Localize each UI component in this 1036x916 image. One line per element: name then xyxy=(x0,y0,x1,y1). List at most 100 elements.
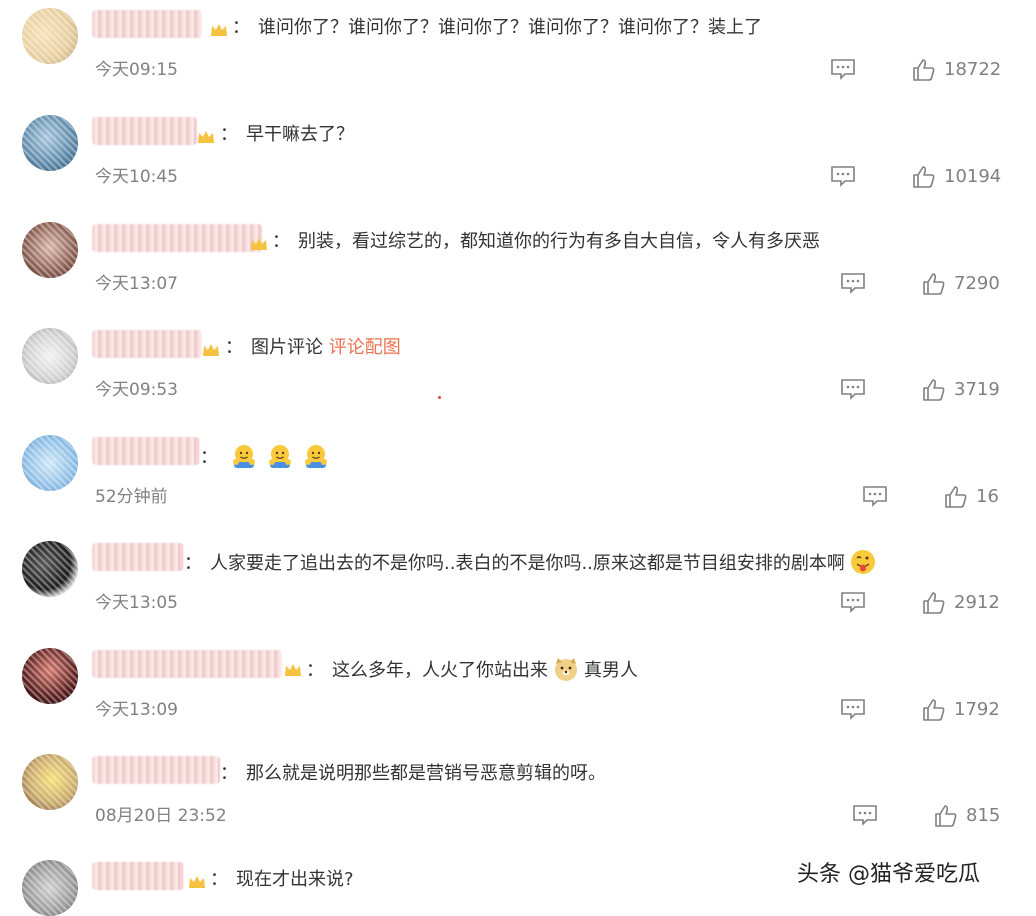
comment-body: 人家要走了追出去的不是你吗..表白的不是你吗..原来这都是节目组安排的剧本啊 xyxy=(210,553,845,574)
like-count: 1792 xyxy=(954,699,1000,720)
comment-item: ： 早干嘛去了？ 今天10:45 10194 xyxy=(0,107,1036,214)
comment-text: ： 谁问你了？谁问你了？谁问你了？谁问你了？谁问你了？装上了 xyxy=(232,16,762,40)
like-thumb-icon[interactable] xyxy=(912,58,936,82)
like-thumb-icon[interactable] xyxy=(922,698,946,722)
comment-body: 这么多年，人火了你站出来 xyxy=(332,660,548,681)
vip-crown-icon xyxy=(251,238,267,250)
like-count: 2912 xyxy=(954,592,1000,613)
username-blurred[interactable] xyxy=(92,330,202,358)
comment-text: ： 人家要走了追出去的不是你吗..表白的不是你吗..原来这都是节目组安排的剧本啊 xyxy=(184,549,881,576)
like-thumb-icon[interactable] xyxy=(912,165,936,189)
avatar[interactable] xyxy=(22,8,78,64)
doge-emoji-icon xyxy=(555,658,577,681)
vip-crown-icon xyxy=(198,131,214,143)
colon: ： xyxy=(306,660,324,681)
like-count: 7290 xyxy=(954,273,1000,294)
reply-icon[interactable] xyxy=(840,378,866,400)
reply-icon[interactable] xyxy=(840,272,866,294)
reply-icon[interactable] xyxy=(840,698,866,720)
comment-item: ： 别装，看过综艺的，都知道你的行为有多自大自信，令人有多厌恶 今天13:07 7… xyxy=(0,214,1036,321)
colon: ： xyxy=(272,231,290,252)
comment-time: 今天13:05 xyxy=(95,593,178,613)
reply-icon[interactable] xyxy=(830,165,856,187)
username-blurred[interactable] xyxy=(92,437,200,465)
comment-item: ： 这么多年，人火了你站出来 真男人 今天13:09 1792 xyxy=(0,640,1036,747)
colon: ： xyxy=(184,553,202,574)
username-blurred[interactable] xyxy=(92,756,220,784)
comment-text: ： xyxy=(200,443,334,470)
stray-dot xyxy=(438,396,441,399)
comment-text: ： 这么多年，人火了你站出来 真男人 xyxy=(306,656,638,683)
avatar[interactable] xyxy=(22,115,78,171)
username-blurred[interactable] xyxy=(92,543,184,571)
username-blurred[interactable] xyxy=(92,117,197,145)
comment-text: ： 那么就是说明那些都是营销号恶意剪辑的呀。 xyxy=(220,762,606,786)
like-count: 10194 xyxy=(944,166,1002,187)
like-count: 18722 xyxy=(944,59,1002,80)
comment-body: 图片评论 xyxy=(251,337,323,358)
reply-icon[interactable] xyxy=(862,485,888,507)
vip-crown-icon xyxy=(211,24,227,36)
hugging-emoji-icon xyxy=(233,445,255,468)
comment-body: 现在才出来说? xyxy=(236,869,354,890)
avatar[interactable] xyxy=(22,860,78,916)
username-blurred[interactable] xyxy=(92,650,282,678)
avatar[interactable] xyxy=(22,328,78,384)
like-thumb-icon[interactable] xyxy=(944,485,968,509)
source-watermark: 头条 @猫爷爱吃瓜 xyxy=(797,862,980,887)
tongue-wink-emoji-icon xyxy=(850,550,875,574)
username-blurred[interactable] xyxy=(92,10,202,38)
colon: ： xyxy=(232,17,250,38)
avatar[interactable] xyxy=(22,222,78,278)
comment-time: 今天09:53 xyxy=(95,380,178,400)
avatar[interactable] xyxy=(22,648,78,704)
like-thumb-icon[interactable] xyxy=(934,804,958,828)
comment-time: 08月20日 23:52 xyxy=(95,806,227,826)
comment-text: ： 图片评论 评论配图 xyxy=(225,336,401,360)
comment-body-tail: 真男人 xyxy=(584,660,638,681)
reply-icon[interactable] xyxy=(852,804,878,826)
hugging-emoji-icon xyxy=(269,445,291,468)
comment-item: ： 谁问你了？谁问你了？谁问你了？谁问你了？谁问你了？装上了 今天09:15 18… xyxy=(0,0,1036,107)
vip-crown-icon xyxy=(203,344,219,356)
username-blurred[interactable] xyxy=(92,862,184,890)
username-blurred[interactable] xyxy=(92,224,262,252)
comment-item: ： 图片评论 评论配图 今天09:53 3719 xyxy=(0,320,1036,427)
comment-item: ： 52分钟前 16 xyxy=(0,427,1036,534)
like-thumb-icon[interactable] xyxy=(922,378,946,402)
comment-item: ：人家要走了追出去的不是你吗..表白的不是你吗..原来这都是节目组安排的剧本啊 … xyxy=(0,533,1036,640)
image-comment-link[interactable]: 评论配图 xyxy=(329,337,401,358)
comment-time: 52分钟前 xyxy=(95,487,168,507)
colon: ： xyxy=(220,124,238,145)
comment-body: 谁问你了？谁问你了？谁问你了？谁问你了？谁问你了？装上了 xyxy=(258,17,762,38)
comment-time: 今天13:07 xyxy=(95,274,178,294)
comment-time: 今天10:45 xyxy=(95,167,178,187)
comments-page: { "comments": [ {"text": "谁问你了？谁问你了？谁问你了… xyxy=(0,0,1036,916)
like-count: 815 xyxy=(966,805,1001,826)
comment-item: ： 那么就是说明那些都是营销号恶意剪辑的呀。 08月20日 23:52 815 xyxy=(0,746,1036,853)
reply-icon[interactable] xyxy=(830,58,856,80)
like-count: 16 xyxy=(976,486,999,507)
comment-text: ： 早干嘛去了？ xyxy=(220,123,354,147)
avatar[interactable] xyxy=(22,754,78,810)
colon: ： xyxy=(200,447,218,468)
vip-crown-icon xyxy=(189,876,205,888)
comment-text: ： 别装，看过综艺的，都知道你的行为有多自大自信，令人有多厌恶 xyxy=(272,230,820,254)
like-thumb-icon[interactable] xyxy=(922,591,946,615)
comment-time: 今天09:15 xyxy=(95,60,178,80)
comment-body: 早干嘛去了？ xyxy=(246,124,354,145)
colon: ： xyxy=(220,763,238,784)
colon: ： xyxy=(210,869,228,890)
like-thumb-icon[interactable] xyxy=(922,272,946,296)
comment-body: 那么就是说明那些都是营销号恶意剪辑的呀。 xyxy=(246,763,606,784)
comment-time: 今天13:09 xyxy=(95,700,178,720)
hugging-emoji-icon xyxy=(305,445,327,468)
reply-icon[interactable] xyxy=(840,591,866,613)
colon: ： xyxy=(225,337,243,358)
comment-text: ： 现在才出来说? xyxy=(210,868,354,892)
comment-body: 别装，看过综艺的，都知道你的行为有多自大自信，令人有多厌恶 xyxy=(298,231,820,252)
vip-crown-icon xyxy=(285,664,301,676)
like-count: 3719 xyxy=(954,379,1000,400)
avatar[interactable] xyxy=(22,541,78,597)
avatar[interactable] xyxy=(22,435,78,491)
